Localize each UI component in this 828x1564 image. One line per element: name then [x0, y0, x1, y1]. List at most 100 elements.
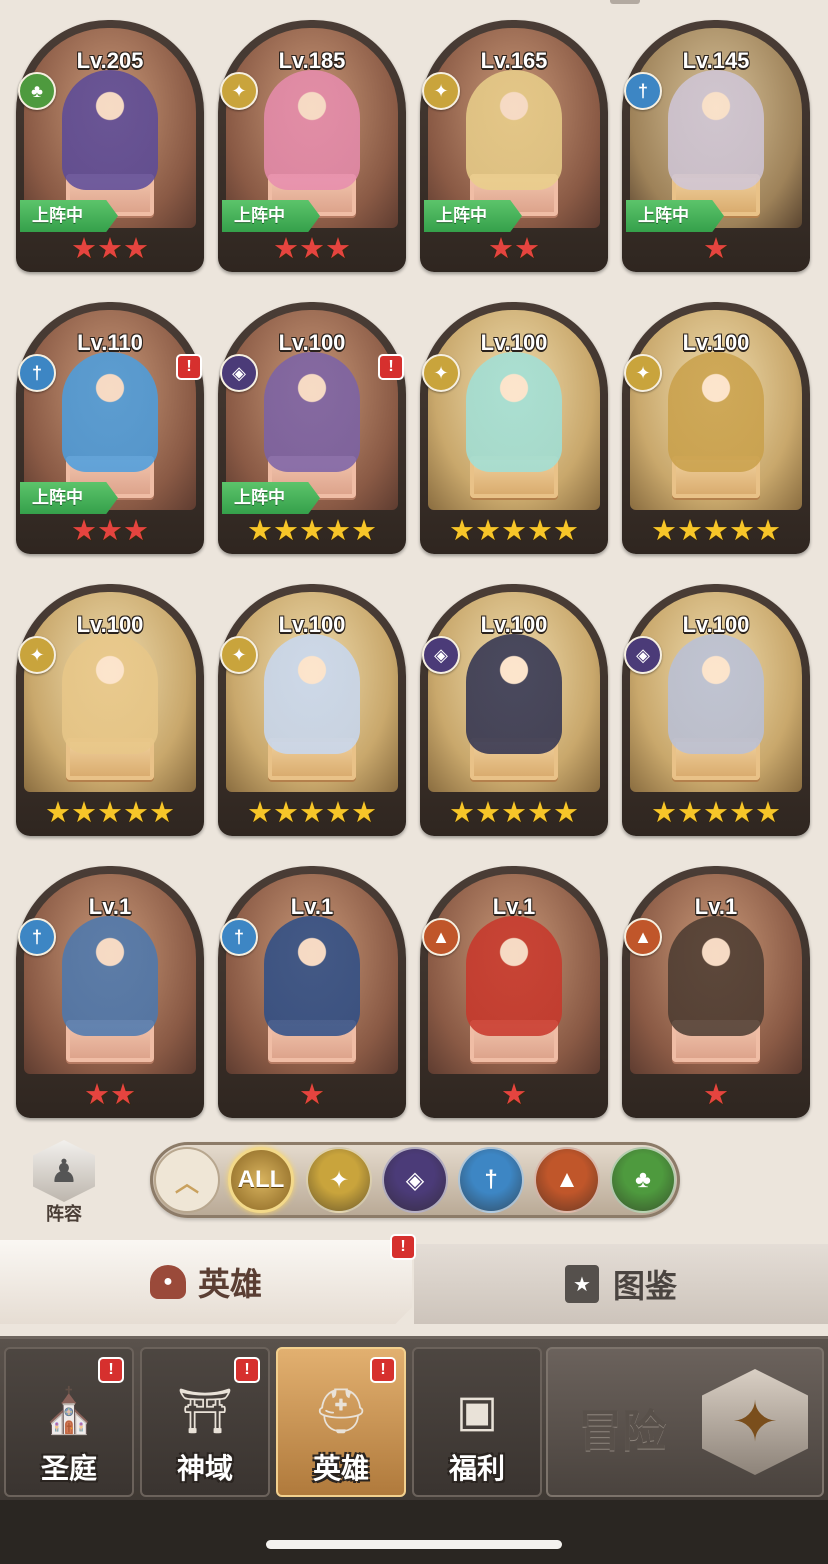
star-icon: ★ [553, 797, 579, 829]
star-icon: ★ [97, 515, 123, 547]
hero-card[interactable]: Lv.165 ✦ 上阵中 ★ ★ [420, 20, 608, 272]
hero-level: Lv.1 [694, 894, 738, 919]
star-icon: ★ [247, 515, 273, 547]
demon-icon[interactable]: ◈ [382, 1147, 448, 1213]
home-bar [0, 1500, 828, 1564]
star-rating: ★ ★ ★ ★ ★ [420, 514, 608, 548]
hero-level: Lv.165 [480, 48, 548, 73]
star-icon: ★ [703, 797, 729, 829]
tree-icon[interactable]: ♣ [610, 1147, 676, 1213]
hero-card[interactable]: Lv.100 ◈ ★ ★ ★ ★ ★ [622, 584, 810, 836]
hero-card[interactable]: Lv.1 ▲ ★ [622, 866, 810, 1118]
hero-sprite [466, 634, 562, 754]
hero-card[interactable]: Lv.205 ♣ 上阵中 ★ ★ ★ [16, 20, 204, 272]
star-icon: ★ [729, 797, 755, 829]
sun-icon[interactable]: ✦ [306, 1147, 372, 1213]
hero-sprite [668, 352, 764, 472]
alert-badge: ! [98, 1357, 124, 1383]
star-icon: ★ [325, 515, 351, 547]
star-icon: ★ [703, 1079, 729, 1111]
nav-item[interactable]: ▣ 福利 [412, 1347, 542, 1497]
star-icon: ★ [527, 797, 553, 829]
faction-filter-bar: ︿ ALL ✦ ◈ † ▲ ♣ [150, 1142, 680, 1218]
sun-icon: ✦ [624, 354, 662, 392]
star-icon: ★ [501, 515, 527, 547]
wolf-icon: ▲ [422, 918, 460, 956]
nav-item[interactable]: ⛑ 英雄! [276, 1347, 406, 1497]
star-icon: ★ [71, 797, 97, 829]
alert-badge: ! [176, 354, 202, 380]
collapse-filter-button[interactable]: ︿ [154, 1147, 220, 1213]
filter-all-button[interactable]: ALL [228, 1147, 294, 1213]
star-icon: ★ [299, 1079, 325, 1111]
deployed-tag: 上阵中 [222, 482, 320, 514]
home-indicator[interactable] [266, 1540, 562, 1549]
star-icon: ★ [299, 515, 325, 547]
bottom-nav: ⛪ 圣庭! ⛩ 神域! ⛑ 英雄! ▣ 福利 冒险 ✦ [0, 1336, 828, 1503]
deployed-tag: 上阵中 [424, 200, 522, 232]
shrine-icon: ⛩ [177, 1387, 233, 1436]
hero-card[interactable]: Lv.1 † ★ ★ [16, 866, 204, 1118]
star-rating: ★ ★ ★ ★ ★ [622, 796, 810, 830]
star-icon: ★ [123, 797, 149, 829]
star-rating: ★ [622, 232, 810, 266]
alert-badge: ! [378, 354, 404, 380]
hero-card[interactable]: Lv.1 † ★ [218, 866, 406, 1118]
star-rating: ★ ★ ★ ★ ★ [218, 796, 406, 830]
star-icon: ★ [149, 797, 175, 829]
star-rating: ★ [622, 1078, 810, 1112]
hero-sprite [466, 916, 562, 1036]
hero-card[interactable]: Lv.100 ✦ ★ ★ ★ ★ ★ [218, 584, 406, 836]
trident-icon[interactable]: † [458, 1147, 524, 1213]
chest-icon: ▣ [456, 1386, 498, 1436]
trident-icon: † [220, 918, 258, 956]
adventure-button[interactable]: 冒险 ✦ [546, 1347, 824, 1497]
star-icon: ★ [677, 515, 703, 547]
star-rating: ★ [218, 1078, 406, 1112]
nav-item[interactable]: ⛪ 圣庭! [4, 1347, 134, 1497]
hero-sprite [668, 70, 764, 190]
adventure-label: 冒险 [578, 1407, 666, 1456]
hero-icon: ● [149, 1265, 186, 1299]
hero-sprite [466, 70, 562, 190]
star-icon: ★ [488, 233, 514, 265]
hero-card[interactable]: Lv.185 ✦ 上阵中 ★ ★ ★ [218, 20, 406, 272]
alert-badge: ! [370, 1357, 396, 1383]
hero-card[interactable]: Lv.100 ◈! 上阵中 ★ ★ ★ ★ ★ [218, 302, 406, 554]
hero-level: Lv.100 [682, 330, 750, 355]
hero-level: Lv.145 [682, 48, 750, 73]
wolf-icon[interactable]: ▲ [534, 1147, 600, 1213]
star-icon: ★ [755, 797, 781, 829]
hero-card[interactable]: Lv.100 ✦ ★ ★ ★ ★ ★ [622, 302, 810, 554]
hero-sprite [62, 70, 158, 190]
hero-card[interactable]: Lv.100 ◈ ★ ★ ★ ★ ★ [420, 584, 608, 836]
hero-sprite [264, 352, 360, 472]
star-icon: ★ [45, 797, 71, 829]
hero-sprite [264, 634, 360, 754]
tab-codex[interactable]: ★ 图鉴 [414, 1244, 828, 1324]
deployed-tag: 上阵中 [222, 200, 320, 232]
hero-card[interactable]: Lv.100 ✦ ★ ★ ★ ★ ★ [420, 302, 608, 554]
hero-card[interactable]: Lv.145 † 上阵中 ★ [622, 20, 810, 272]
team-button[interactable]: ♟ 阵容 [26, 1140, 102, 1226]
codex-book-icon: ★ [564, 1265, 599, 1303]
star-icon: ★ [325, 797, 351, 829]
star-icon: ★ [84, 1079, 110, 1111]
hero-card[interactable]: Lv.1 ▲ ★ [420, 866, 608, 1118]
tab-heroes-alert-badge: ! [390, 1234, 416, 1260]
hero-card[interactable]: Lv.100 ✦ ★ ★ ★ ★ ★ [16, 584, 204, 836]
star-icon: ★ [527, 515, 553, 547]
nav-item-label: 神域 [176, 1453, 233, 1484]
hero-card[interactable]: Lv.110 †! 上阵中 ★ ★ ★ [16, 302, 204, 554]
star-rating: ★ ★ ★ [16, 514, 204, 548]
hero-level: Lv.1 [290, 894, 334, 919]
tab-heroes[interactable]: ● 英雄 [0, 1240, 412, 1324]
nav-item[interactable]: ⛩ 神域! [140, 1347, 270, 1497]
star-icon: ★ [273, 233, 299, 265]
star-rating: ★ ★ ★ [218, 232, 406, 266]
demon-icon: ◈ [422, 636, 460, 674]
nav-item-label: 圣庭 [40, 1453, 97, 1484]
star-icon: ★ [475, 797, 501, 829]
star-icon: ★ [123, 515, 149, 547]
hero-sprite [668, 634, 764, 754]
